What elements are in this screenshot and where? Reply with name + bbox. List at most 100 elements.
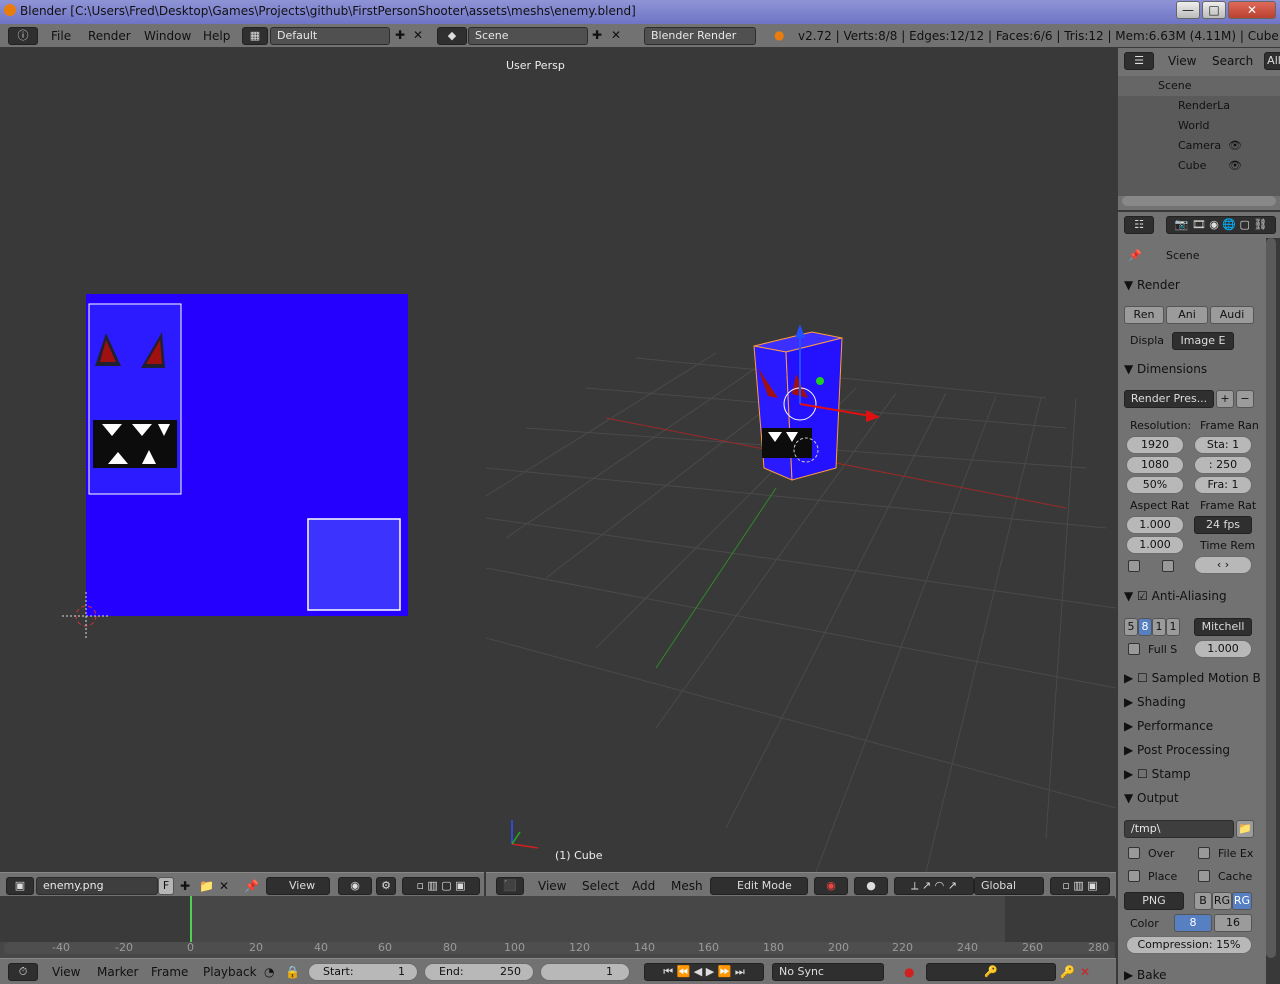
full-sample-checkbox[interactable] bbox=[1128, 643, 1140, 655]
outliner-menu-view[interactable]: View bbox=[1168, 52, 1196, 70]
properties-panel[interactable]: 📌 Scene ▼ Render Ren Ani Audi Displa Ima… bbox=[1118, 238, 1266, 984]
properties-scrollbar[interactable] bbox=[1266, 238, 1276, 958]
timeline-menu-frame[interactable]: Frame bbox=[151, 963, 188, 981]
close-window-button[interactable]: ✕ bbox=[1228, 1, 1276, 19]
frame-rate-select[interactable]: 24 fps bbox=[1194, 516, 1252, 534]
outliner-item-cube[interactable]: Cube 👁 bbox=[1118, 156, 1280, 176]
maximize-button[interactable]: □ bbox=[1202, 1, 1226, 19]
insert-keyframe-icon[interactable]: 🔑 bbox=[1060, 963, 1075, 981]
preset-remove-button[interactable]: − bbox=[1236, 390, 1254, 408]
timeline-editor-type-icon[interactable]: ⏱ bbox=[8, 963, 38, 981]
viewport-editor-type-icon[interactable]: ⬛ bbox=[496, 877, 524, 895]
overwrite-checkbox[interactable] bbox=[1128, 847, 1140, 859]
color-bw-button[interactable]: B bbox=[1194, 892, 1212, 910]
start-frame-timeline-field[interactable]: Start: 1 bbox=[308, 963, 418, 981]
viewport-canvas[interactable] bbox=[485, 48, 1117, 873]
3d-viewport[interactable]: User Persp (1) Cube bbox=[485, 48, 1117, 873]
pivot-point-icon[interactable]: ● bbox=[854, 877, 888, 895]
new-image-icon[interactable]: ✚ bbox=[180, 877, 190, 895]
layout-remove-icon[interactable]: ✕ bbox=[413, 28, 423, 42]
pivot-icon[interactable]: ◉ bbox=[338, 877, 372, 895]
display-select[interactable]: Image E bbox=[1172, 332, 1234, 350]
minimize-button[interactable]: — bbox=[1176, 1, 1200, 19]
view-menu-select[interactable]: View bbox=[266, 877, 330, 895]
resolution-percent-field[interactable]: 50% bbox=[1126, 476, 1184, 494]
compression-field[interactable]: Compression: 15% bbox=[1126, 936, 1252, 954]
time-remap-field[interactable]: ‹ › bbox=[1194, 556, 1252, 574]
outliner-item-scene[interactable]: Scene bbox=[1118, 76, 1280, 96]
layout-icon[interactable]: ▦ bbox=[242, 27, 268, 45]
sync-mode-select[interactable]: No Sync bbox=[772, 963, 884, 981]
uv-image-canvas[interactable] bbox=[0, 48, 484, 872]
layout-add-icon[interactable]: ✚ bbox=[395, 28, 405, 42]
image-name-field[interactable]: enemy.png bbox=[36, 877, 158, 895]
render-button[interactable]: Ren bbox=[1124, 306, 1164, 324]
shading-panel[interactable]: ▶ Shading bbox=[1124, 695, 1186, 709]
info-editor-type-icon[interactable]: ⓘ bbox=[8, 27, 38, 45]
outliner-editor-type-icon[interactable]: ☰ bbox=[1124, 52, 1154, 70]
aa-samples-8[interactable]: 8 bbox=[1138, 618, 1152, 636]
manipulator-icons[interactable]: ⟂ ↗ ◠ ↗ bbox=[894, 877, 974, 895]
select-mode-buttons[interactable]: ▫ ▥ ▢ ▣ bbox=[402, 877, 480, 895]
outliner-menu-search[interactable]: Search bbox=[1212, 52, 1253, 70]
select-mode-icons[interactable]: ▫ ▥ ▣ bbox=[1050, 877, 1110, 895]
render-engine-select[interactable]: Blender Render bbox=[644, 27, 756, 45]
viewport-menu-view[interactable]: View bbox=[538, 877, 566, 895]
unlink-image-icon[interactable]: ✕ bbox=[219, 877, 229, 895]
output-path-field[interactable]: /tmp\ bbox=[1124, 820, 1234, 838]
record-icon[interactable]: ● bbox=[904, 963, 914, 981]
scene-remove-icon[interactable]: ✕ bbox=[611, 28, 621, 42]
color-rgb-button[interactable]: RG bbox=[1212, 892, 1232, 910]
outliner-scrollbar[interactable] bbox=[1122, 196, 1276, 206]
render-panel-title[interactable]: ▼ Render bbox=[1124, 278, 1180, 292]
outliner-item-world[interactable]: World bbox=[1118, 116, 1280, 136]
pin-icon[interactable]: 📌 bbox=[244, 877, 259, 895]
fake-user-button[interactable]: F bbox=[158, 877, 174, 895]
playback-controls[interactable]: ⏮ ⏪ ◀ ▶ ⏩ ⏭ bbox=[644, 963, 764, 981]
aa-filter-select[interactable]: Mitchell bbox=[1194, 618, 1252, 636]
end-frame-timeline-field[interactable]: End: 250 bbox=[424, 963, 534, 981]
pin-icon[interactable]: 📌 bbox=[1128, 249, 1142, 262]
resolution-x-field[interactable]: 1920 bbox=[1126, 436, 1184, 454]
menu-help[interactable]: Help bbox=[203, 29, 230, 43]
preset-add-button[interactable]: + bbox=[1216, 390, 1234, 408]
start-frame-field[interactable]: Sta: 1 bbox=[1194, 436, 1252, 454]
timeline-scrollbar[interactable] bbox=[4, 942, 1110, 954]
properties-tab-icons[interactable]: 📷 🎞 ◉ 🌐 ▢ ⛓ bbox=[1166, 216, 1276, 234]
current-frame-line[interactable] bbox=[190, 896, 192, 942]
current-frame-field[interactable]: 1 bbox=[540, 963, 630, 981]
sampled-motion-blur-panel[interactable]: ▶ ☐ Sampled Motion B bbox=[1124, 671, 1261, 685]
color-depth-8-button[interactable]: 8 bbox=[1174, 914, 1212, 932]
uv-image-editor[interactable] bbox=[0, 48, 484, 872]
file-format-select[interactable]: PNG bbox=[1124, 892, 1184, 910]
dimensions-panel-title[interactable]: ▼ Dimensions bbox=[1124, 362, 1207, 376]
end-frame-field[interactable]: : 250 bbox=[1194, 456, 1252, 474]
audio-button[interactable]: Audi bbox=[1210, 306, 1254, 324]
outliner-filter-select[interactable]: All bbox=[1264, 52, 1280, 70]
preview-range-icon[interactable]: ◔ bbox=[264, 963, 274, 981]
scene-field[interactable]: Scene bbox=[468, 27, 588, 45]
viewport-menu-select[interactable]: Select bbox=[582, 877, 619, 895]
aspect-y-field[interactable]: 1.000 bbox=[1126, 536, 1184, 554]
delete-keyframe-icon[interactable]: ✕ bbox=[1080, 963, 1090, 981]
anti-aliasing-panel-title[interactable]: ▼ ☑ Anti-Aliasing bbox=[1124, 589, 1227, 603]
menu-file[interactable]: File bbox=[51, 29, 71, 43]
properties-editor-type-icon[interactable]: ☷ bbox=[1124, 216, 1154, 234]
outliner-item-camera[interactable]: Camera 👁 bbox=[1118, 136, 1280, 156]
color-depth-16-button[interactable]: 16 bbox=[1214, 914, 1252, 932]
aa-samples-16[interactable]: 1 bbox=[1166, 618, 1180, 636]
border-checkbox[interactable] bbox=[1128, 560, 1140, 572]
browse-folder-icon[interactable]: 📁 bbox=[1236, 820, 1254, 838]
lock-icon[interactable]: 🔒 bbox=[285, 963, 300, 981]
frame-step-field[interactable]: Fra: 1 bbox=[1194, 476, 1252, 494]
cache-checkbox[interactable] bbox=[1198, 870, 1210, 882]
bake-panel[interactable]: ▶ Bake bbox=[1124, 968, 1167, 982]
layout-field[interactable]: Default bbox=[270, 27, 390, 45]
viewport-menu-add[interactable]: Add bbox=[632, 877, 655, 895]
outliner-item-renderlayers[interactable]: RenderLa bbox=[1118, 96, 1280, 116]
file-extensions-checkbox[interactable] bbox=[1198, 847, 1210, 859]
output-panel-title[interactable]: ▼ Output bbox=[1124, 791, 1179, 805]
transform-orientation-select[interactable]: Global bbox=[974, 877, 1044, 895]
viewport-shading-icon[interactable]: ◉ bbox=[814, 877, 848, 895]
outliner[interactable]: ☰ View Search All Scene RenderLa World C… bbox=[1118, 48, 1280, 210]
